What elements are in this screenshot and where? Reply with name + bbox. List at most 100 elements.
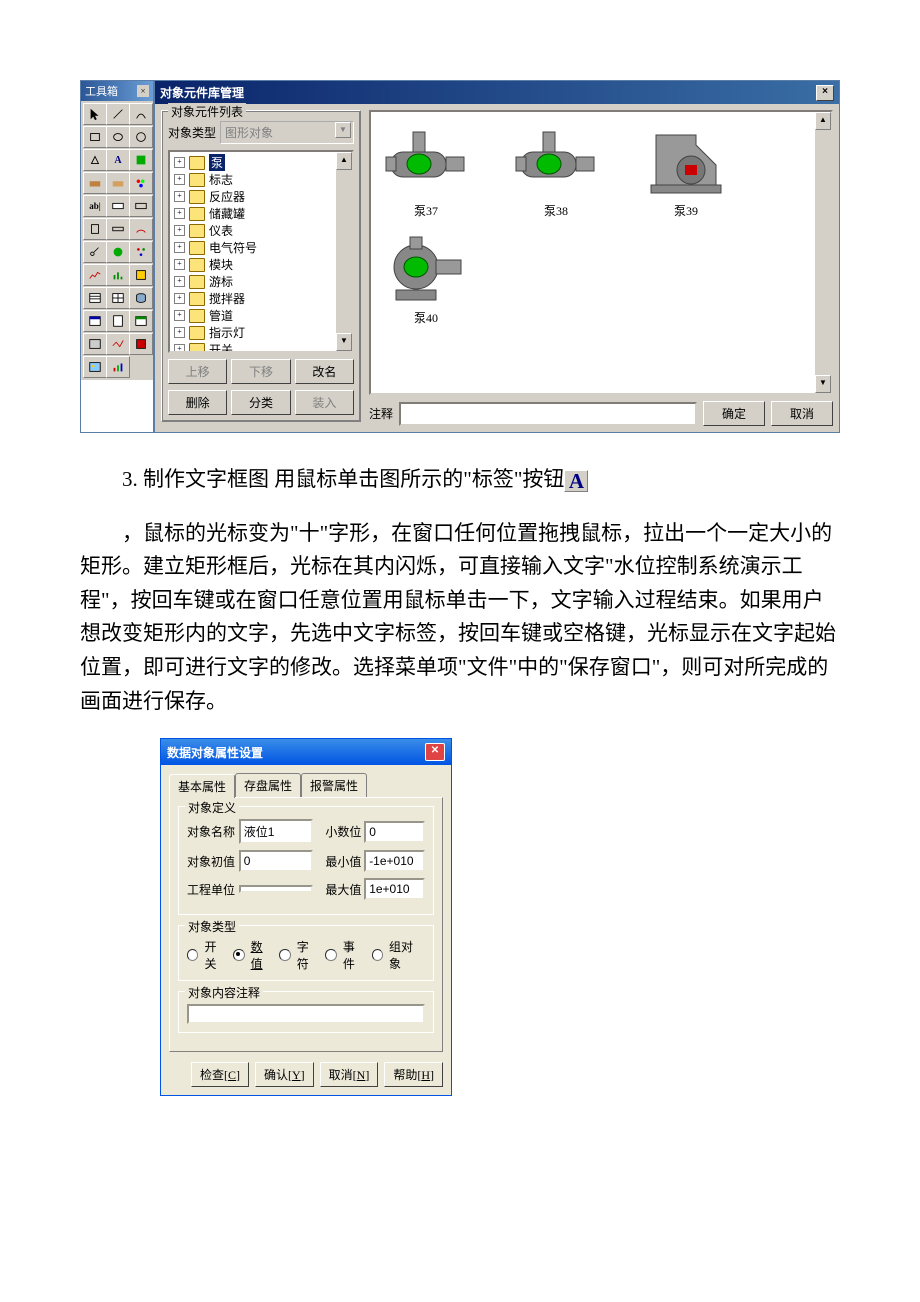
tool-fill2[interactable] <box>106 172 130 194</box>
max-input[interactable]: 1e+010 <box>364 878 425 900</box>
confirm-button[interactable]: 确认[Y] <box>255 1062 314 1087</box>
object-def-group: 对象定义 对象名称 液位1 小数位 0 对象初值 0 最小值 -1e+010 工… <box>178 806 434 915</box>
tool-tank[interactable] <box>83 218 107 240</box>
name-input[interactable]: 液位1 <box>239 819 314 844</box>
help-button[interactable]: 帮助[H] <box>384 1062 443 1087</box>
tool-color[interactable] <box>129 149 153 171</box>
toolbox-title-text: 工具箱 <box>85 83 118 99</box>
load-button[interactable]: 装入 <box>295 390 354 415</box>
close-icon[interactable]: × <box>816 85 834 101</box>
cancel-button[interactable]: 取消 <box>771 401 833 426</box>
pump-39[interactable]: 泵39 <box>641 122 731 219</box>
tool-chart1[interactable] <box>83 264 107 286</box>
tool-db[interactable] <box>129 287 153 309</box>
category-button[interactable]: 分类 <box>231 390 290 415</box>
object-type-group: 对象类型 开关 数值 字符 事件 组对象 <box>178 925 434 981</box>
toolbox-titlebar: 工具箱 × <box>81 81 153 101</box>
tool-arc[interactable] <box>129 218 153 240</box>
tool-button-icon[interactable] <box>129 195 153 217</box>
pump-40[interactable]: 泵40 <box>381 229 471 326</box>
unit-input[interactable] <box>239 885 314 893</box>
data-object-properties-dialog: 数据对象属性设置 ✕ 基本属性 存盘属性 报警属性 对象定义 对象名称 液位1 … <box>160 738 452 1096</box>
tool-report[interactable] <box>106 310 130 332</box>
component-library-dialog: 对象元件库管理 × 对象元件列表 对象类型 图形对象 +泵 +标志 +反应器 +… <box>154 80 840 433</box>
move-up-button[interactable]: 上移 <box>168 359 227 384</box>
tool-point[interactable] <box>83 241 107 263</box>
tool-grid-icon[interactable] <box>129 264 153 286</box>
tab-save[interactable]: 存盘属性 <box>235 773 301 797</box>
radio-string[interactable] <box>279 949 290 961</box>
tool-table2[interactable] <box>106 287 130 309</box>
radio-numeric[interactable] <box>233 949 244 961</box>
comment-label: 注释 <box>369 405 393 422</box>
tool-fill1[interactable] <box>83 172 107 194</box>
tool-spec3[interactable] <box>129 333 153 355</box>
close-icon[interactable]: ✕ <box>425 743 445 761</box>
tool-rect[interactable] <box>83 126 107 148</box>
paragraph-2: ，鼠标的光标变为"十"字形，在窗口任何位置拖拽鼠标，拉出一个一定大小的矩形。建立… <box>80 517 840 719</box>
scroll-down-icon[interactable]: ▼ <box>815 375 831 393</box>
check-button[interactable]: 检查[C] <box>191 1062 249 1087</box>
tool-curve[interactable] <box>129 103 153 125</box>
tab-alarm[interactable]: 报警属性 <box>301 773 367 797</box>
tab-strip: 基本属性 存盘属性 报警属性 <box>169 773 443 797</box>
type-dropdown[interactable]: 图形对象 <box>220 121 354 144</box>
tab-basic[interactable]: 基本属性 <box>169 774 235 798</box>
paragraph-1: 3. 制作文字框图 用鼠标单击图所示的"标签"按钮A <box>80 463 840 497</box>
decimal-label: 小数位 <box>325 823 364 840</box>
toolbox-window: 工具箱 × A ab| <box>80 80 154 433</box>
init-input[interactable]: 0 <box>239 850 314 872</box>
scroll-up-icon[interactable]: ▲ <box>336 152 352 170</box>
close-icon[interactable]: × <box>137 85 149 97</box>
scroll-up-icon[interactable]: ▲ <box>815 112 831 130</box>
tool-check[interactable] <box>106 241 130 263</box>
name-label: 对象名称 <box>187 823 239 840</box>
tool-dots[interactable] <box>129 241 153 263</box>
toolbox-grid: A ab| <box>81 101 153 380</box>
tool-pipe[interactable] <box>106 218 130 240</box>
tool-input[interactable] <box>106 195 130 217</box>
tool-palette[interactable] <box>129 172 153 194</box>
tool-bar[interactable] <box>106 356 130 378</box>
tool-circle[interactable] <box>129 126 153 148</box>
rename-button[interactable]: 改名 <box>295 359 354 384</box>
tool-list[interactable] <box>129 310 153 332</box>
radio-switch[interactable] <box>187 949 198 961</box>
tool-table1[interactable] <box>83 287 107 309</box>
tool-window[interactable] <box>83 310 107 332</box>
prop-title-text: 数据对象属性设置 <box>167 744 263 761</box>
tool-pointer[interactable] <box>83 103 107 125</box>
dialog-titlebar: 对象元件库管理 × <box>155 81 839 104</box>
tool-img[interactable] <box>83 356 107 378</box>
cancel-button[interactable]: 取消[N] <box>320 1062 379 1087</box>
comment-input[interactable] <box>399 402 697 426</box>
tool-chart2[interactable] <box>106 264 130 286</box>
tool-spec1[interactable] <box>83 333 107 355</box>
tool-polygon[interactable] <box>83 149 107 171</box>
group-label: 对象元件列表 <box>168 103 246 120</box>
decimal-input[interactable]: 0 <box>364 821 425 843</box>
comment-textarea[interactable] <box>187 1004 425 1024</box>
tool-text-a[interactable]: A <box>106 149 130 171</box>
tool-ellipse[interactable] <box>106 126 130 148</box>
tool-line[interactable] <box>106 103 130 125</box>
label-button-icon: A <box>564 470 588 492</box>
delete-button[interactable]: 删除 <box>168 390 227 415</box>
radio-group[interactable] <box>372 949 383 961</box>
component-library-screenshot: 工具箱 × A ab| <box>80 80 840 433</box>
radio-event[interactable] <box>325 949 336 961</box>
tool-spec2[interactable] <box>106 333 130 355</box>
scroll-down-icon[interactable]: ▼ <box>336 333 352 351</box>
pump-37[interactable]: 泵37 <box>381 122 471 219</box>
ok-button[interactable]: 确定 <box>703 401 765 426</box>
max-label: 最大值 <box>325 881 364 898</box>
prop-titlebar: 数据对象属性设置 ✕ <box>161 739 451 765</box>
category-tree[interactable]: +泵 +标志 +反应器 +储藏罐 +仪表 +电气符号 +模块 +游标 +搅拌器 … <box>168 150 354 353</box>
move-down-button[interactable]: 下移 <box>231 359 290 384</box>
component-list-group: 对象元件列表 对象类型 图形对象 +泵 +标志 +反应器 +储藏罐 +仪表 +电… <box>161 110 361 422</box>
dialog-title-text: 对象元件库管理 <box>160 84 244 101</box>
tool-ab[interactable]: ab| <box>83 195 107 217</box>
pump-38[interactable]: 泵38 <box>511 122 601 219</box>
min-input[interactable]: -1e+010 <box>364 850 425 872</box>
pump-preview-area: 泵37 泵38 泵39 泵 <box>369 110 833 395</box>
